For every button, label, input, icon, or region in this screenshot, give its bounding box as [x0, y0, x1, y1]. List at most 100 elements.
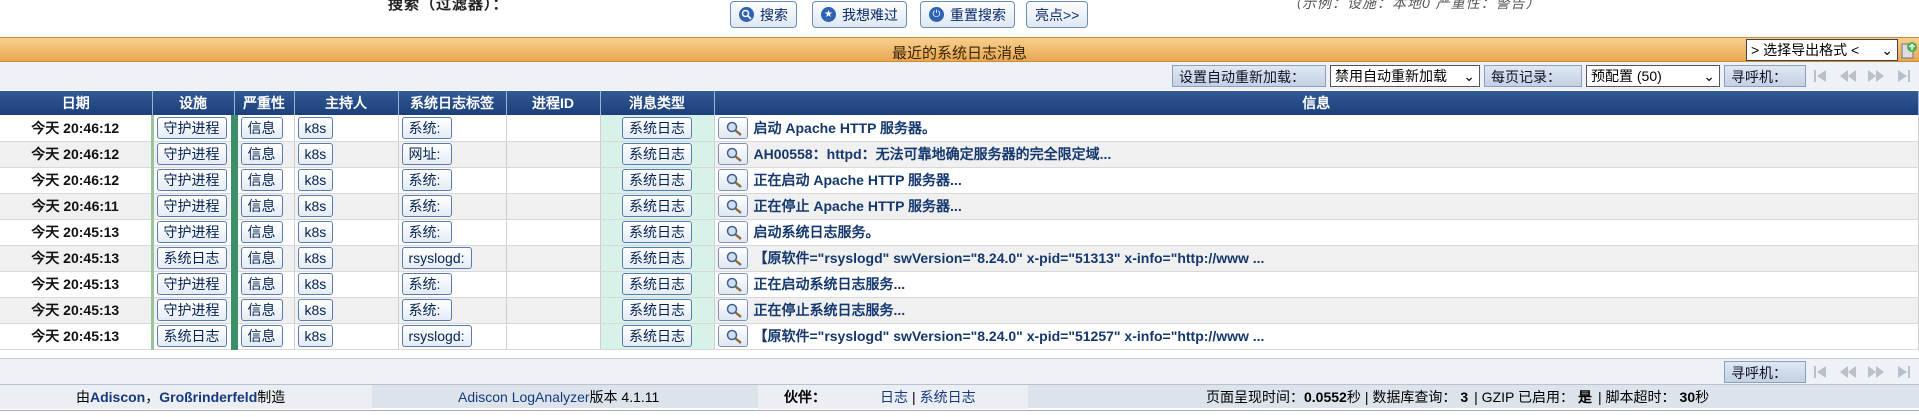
last-page-icon[interactable] — [1894, 362, 1914, 382]
col-host[interactable]: 主持人 — [294, 91, 399, 115]
host-chip[interactable]: k8s — [297, 247, 334, 269]
host-chip[interactable]: k8s — [297, 143, 334, 165]
previous-page-icon[interactable] — [1838, 66, 1858, 86]
host-chip[interactable]: k8s — [297, 116, 334, 139]
host-chip[interactable]: k8s — [297, 299, 334, 321]
export-format-select[interactable]: > 选择导出格式 < ⌄ — [1746, 39, 1898, 61]
severity-chip[interactable]: 信息 — [240, 116, 283, 139]
loganalyzer-link[interactable]: Adiscon LogAnalyzer — [458, 389, 590, 405]
message-details-icon[interactable] — [717, 195, 748, 217]
message-details-icon[interactable] — [717, 169, 748, 191]
grossrinderfeld-link[interactable]: Großrinderfeld — [159, 389, 257, 405]
partner-link-syslog[interactable]: 系统日志 — [920, 387, 976, 407]
message-details-icon[interactable] — [717, 247, 748, 269]
facility-chip[interactable]: 系统日志 — [156, 325, 227, 347]
highlight-button[interactable]: 亮点>> — [1026, 1, 1089, 28]
severity-chip[interactable]: 信息 — [240, 169, 283, 191]
message-type-chip[interactable]: 系统日志 — [622, 299, 692, 321]
previous-page-icon[interactable] — [1838, 362, 1858, 382]
message-details-icon[interactable] — [717, 221, 748, 243]
facility-chip[interactable]: 守护进程 — [156, 169, 227, 191]
message-type-chip[interactable]: 系统日志 — [622, 247, 692, 269]
message-link[interactable]: 正在启动系统日志服务... — [754, 276, 906, 292]
col-date[interactable]: 日期 — [0, 91, 153, 115]
adiscon-link[interactable]: Adiscon — [90, 389, 145, 405]
col-message-type[interactable]: 消息类型 — [600, 91, 715, 115]
message-type-chip[interactable]: 系统日志 — [622, 273, 692, 295]
last-page-icon[interactable] — [1894, 66, 1914, 86]
message-link[interactable]: 【原软件="rsyslogd" swVersion="8.24.0" x-pid… — [754, 250, 1265, 266]
message-type-chip[interactable]: 系统日志 — [622, 143, 692, 165]
message-details-icon[interactable] — [717, 325, 748, 347]
export-icon[interactable] — [1901, 41, 1917, 59]
syslog-tag-chip[interactable]: 系统: — [401, 195, 452, 217]
host-chip[interactable]: k8s — [297, 195, 334, 217]
first-page-icon[interactable] — [1810, 362, 1830, 382]
host-chip[interactable]: k8s — [297, 325, 334, 347]
message-link[interactable]: 启动 Apache HTTP 服务器。 — [754, 120, 937, 136]
render-stats: 页面呈现时间： 0.0552 秒 | 数据库查询： 3 | GZIP 已启用： … — [1032, 385, 1919, 409]
message-link[interactable]: AH00558：httpd：无法可靠地确定服务器的完全限定域... — [754, 146, 1112, 162]
next-page-icon[interactable] — [1866, 362, 1886, 382]
message-type-chip[interactable]: 系统日志 — [622, 325, 692, 347]
search-hint: （示例：设施：本地0 严重性：警告） — [1287, 0, 1541, 11]
message-link[interactable]: 【原软件="rsyslogd" swVersion="8.24.0" x-pid… — [754, 328, 1265, 344]
facility-chip[interactable]: 系统日志 — [156, 247, 227, 269]
col-facility[interactable]: 设施 — [152, 91, 235, 115]
message-details-icon[interactable] — [717, 143, 748, 165]
severity-chip[interactable]: 信息 — [240, 221, 283, 243]
reset-search-button[interactable]: ⏻ 重置搜索 — [920, 1, 1015, 28]
facility-chip[interactable]: 守护进程 — [156, 273, 227, 295]
auto-reload-value: 禁用自动重新加载 — [1335, 68, 1447, 84]
first-page-icon[interactable] — [1810, 66, 1830, 86]
syslog-tag-chip[interactable]: rsyslogd: — [401, 247, 472, 269]
facility-chip[interactable]: 守护进程 — [156, 299, 227, 321]
host-chip[interactable]: k8s — [297, 169, 334, 191]
auto-reload-select[interactable]: 禁用自动重新加载 ⌄ — [1330, 65, 1480, 87]
message-type-chip[interactable]: 系统日志 — [622, 169, 692, 191]
host-cell: k8s — [294, 193, 399, 220]
host-chip[interactable]: k8s — [297, 221, 334, 243]
severity-chip[interactable]: 信息 — [240, 273, 283, 295]
severity-chip[interactable]: 信息 — [240, 143, 283, 165]
severity-chip[interactable]: 信息 — [240, 325, 283, 347]
syslog-tag-chip[interactable]: 网址: — [401, 143, 452, 165]
facility-chip[interactable]: 守护进程 — [156, 195, 227, 217]
col-severity[interactable]: 严重性 — [234, 91, 295, 115]
message-link[interactable]: 正在停止 Apache HTTP 服务器... — [754, 198, 962, 214]
facility-cell: 守护进程 — [150, 193, 235, 220]
facility-chip[interactable]: 守护进程 — [156, 221, 227, 243]
partner-link-logs[interactable]: 日志 — [880, 387, 908, 407]
per-page-select[interactable]: 预配置 (50) ⌄ — [1586, 65, 1720, 87]
syslog-tag-chip[interactable]: rsyslogd: — [401, 325, 472, 347]
severity-chip[interactable]: 信息 — [240, 299, 283, 321]
message-details-icon[interactable] — [717, 116, 748, 139]
host-chip[interactable]: k8s — [297, 273, 334, 295]
feeling-lucky-button[interactable]: ★ 我想难过 — [812, 1, 907, 28]
bottom-pager-row: 寻呼机： — [0, 358, 1919, 384]
syslog-tag-chip[interactable]: 系统: — [401, 169, 452, 191]
col-process-id[interactable]: 进程ID — [506, 91, 601, 115]
syslog-tag-chip[interactable]: 系统: — [401, 221, 452, 243]
facility-cell: 守护进程 — [150, 271, 235, 298]
syslog-tag-chip[interactable]: 系统: — [401, 299, 452, 321]
message-type-chip[interactable]: 系统日志 — [622, 195, 692, 217]
message-type-chip[interactable]: 系统日志 — [622, 116, 692, 139]
syslog-tag-chip[interactable]: 系统: — [401, 273, 452, 295]
syslog-tag-chip[interactable]: 系统: — [401, 116, 452, 139]
next-page-icon[interactable] — [1866, 66, 1886, 86]
message-link[interactable]: 正在启动 Apache HTTP 服务器... — [754, 172, 962, 188]
severity-chip[interactable]: 信息 — [240, 247, 283, 269]
severity-chip[interactable]: 信息 — [240, 195, 283, 217]
col-message[interactable]: 信息 — [714, 91, 1919, 115]
message-details-icon[interactable] — [717, 299, 748, 321]
message-link[interactable]: 启动系统日志服务。 — [754, 224, 880, 240]
message-details-icon[interactable] — [717, 273, 748, 295]
facility-chip[interactable]: 守护进程 — [156, 143, 227, 165]
facility-chip[interactable]: 守护进程 — [156, 116, 227, 139]
search-button[interactable]: 搜索 — [730, 1, 797, 28]
message-link[interactable]: 正在停止系统日志服务... — [754, 302, 906, 318]
message-type-chip[interactable]: 系统日志 — [622, 221, 692, 243]
col-syslog-tag[interactable]: 系统日志标签 — [398, 91, 507, 115]
severity-cell: 信息 — [230, 193, 295, 220]
